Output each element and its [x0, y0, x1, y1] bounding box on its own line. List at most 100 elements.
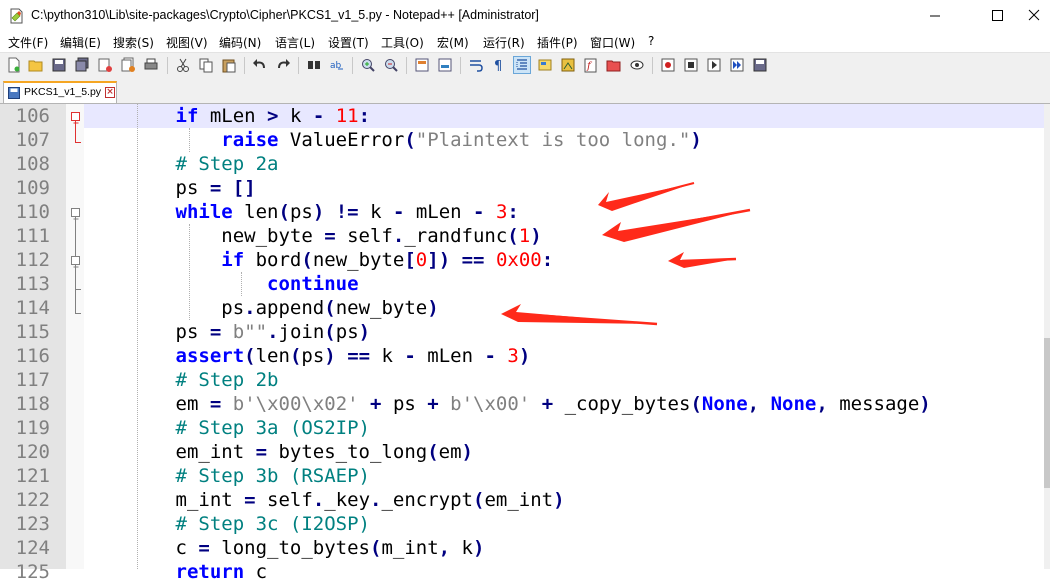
code-line[interactable]: 112 if bord(new_byte[0]) == 0x00: [0, 248, 1050, 272]
menu-run[interactable]: 运行(R) [483, 34, 525, 51]
code-line[interactable]: 115 ps = b"".join(ps) [0, 320, 1050, 344]
stop-macro-icon[interactable] [683, 57, 699, 73]
code-line[interactable]: 116 assert(len(ps) == k - mLen - 3) [0, 344, 1050, 368]
close-button[interactable] [1018, 0, 1050, 32]
document-map-icon[interactable] [560, 57, 576, 73]
save-all-icon[interactable] [74, 57, 90, 73]
monitoring-icon[interactable] [629, 57, 645, 73]
code-line[interactable]: 122 m_int = self._key._encrypt(em_int) [0, 488, 1050, 512]
play-macro-icon[interactable] [706, 57, 722, 73]
line-number: 112 [15, 249, 50, 271]
menu-window[interactable]: 窗口(W) [590, 34, 635, 51]
vertical-scrollbar[interactable] [1044, 104, 1050, 569]
replace-icon[interactable]: ab [329, 57, 345, 73]
code-token: new_byte [335, 297, 428, 319]
indent-guide-icon[interactable] [513, 56, 531, 74]
open-file-icon[interactable] [28, 57, 44, 73]
code-line[interactable]: 109 ps = [] [0, 176, 1050, 200]
code-editor[interactable]: 106 if mLen > k - 11: 107 raise ValueErro… [0, 104, 1050, 583]
minimize-button[interactable] [912, 0, 958, 32]
code-line[interactable]: 114 ps.append(new_byte) [0, 296, 1050, 320]
find-icon[interactable] [306, 57, 322, 73]
code-line[interactable]: 120 em_int = bytes_to_long(em) [0, 440, 1050, 464]
code-line[interactable]: 123 # Step 3c (I2OSP) [0, 512, 1050, 536]
menu-view[interactable]: 视图(V) [166, 34, 208, 51]
show-all-characters-icon[interactable]: ¶ [491, 57, 507, 73]
record-macro-icon[interactable] [660, 57, 676, 73]
tab-close-icon[interactable]: × [105, 87, 115, 98]
code-token: 3 [507, 345, 519, 367]
close-file-icon[interactable] [97, 57, 113, 73]
menu-language[interactable]: 语言(L) [275, 34, 315, 51]
code-token: _encrypt [381, 489, 473, 511]
code-line[interactable]: 124 c = long_to_bytes(m_int, k) [0, 536, 1050, 560]
save-macro-icon[interactable] [752, 57, 768, 73]
sync-horizontal-icon[interactable] [437, 57, 453, 73]
menu-tools[interactable]: 工具(O) [381, 34, 424, 51]
code-token: > [267, 105, 279, 127]
code-token: ) [530, 225, 542, 247]
code-token: em [84, 393, 210, 415]
line-number: 109 [15, 177, 50, 199]
code-token: _key [324, 489, 371, 511]
code-text: # Step 3c (I2OSP) [84, 512, 370, 536]
print-icon[interactable] [143, 57, 159, 73]
folder-workspace-icon[interactable] [606, 57, 622, 73]
code-token: ps [84, 177, 210, 199]
word-wrap-icon[interactable] [468, 57, 484, 73]
code-line[interactable]: 106 if mLen > k - 11: [0, 104, 1050, 128]
function-list-icon[interactable]: f [583, 57, 599, 73]
code-line[interactable]: 110 while len(ps) != k - mLen - 3: [0, 200, 1050, 224]
code-token: . [312, 489, 325, 511]
copy-icon[interactable] [198, 57, 214, 73]
menu-help[interactable]: ? [648, 34, 654, 48]
redo-icon[interactable] [275, 57, 291, 73]
code-line[interactable]: 107 raise ValueError("Plaintext is too l… [0, 128, 1050, 152]
window-title: C:\python310\Lib\site-packages\Crypto\Ci… [31, 8, 539, 22]
save-icon[interactable] [51, 57, 67, 73]
menu-file[interactable]: 文件(F) [8, 34, 48, 51]
notepad-plus-plus-icon [10, 8, 23, 24]
undo-icon[interactable] [252, 57, 268, 73]
zoom-out-icon[interactable] [383, 57, 399, 73]
sync-vertical-icon[interactable] [414, 57, 430, 73]
run-macro-multiple-icon[interactable] [729, 57, 745, 73]
code-line[interactable]: 125 return c [0, 560, 1050, 584]
menu-macro[interactable]: 宏(M) [437, 34, 469, 51]
code-line[interactable]: 111 new_byte = self._randfunc(1) [0, 224, 1050, 248]
code-line[interactable]: 119 # Step 3a (OS2IP) [0, 416, 1050, 440]
code-token: . [392, 225, 405, 247]
menu-edit[interactable]: 编辑(E) [60, 34, 101, 51]
menu-search[interactable]: 搜索(S) [113, 34, 154, 51]
code-token: em [438, 441, 462, 463]
maximize-button[interactable] [974, 0, 1020, 32]
code-line[interactable]: 113 continue [0, 272, 1050, 296]
menu-plugins[interactable]: 插件(P) [537, 34, 578, 51]
code-token: len [232, 201, 279, 223]
tab-pkcs1-v1-5[interactable]: PKCS1_v1_5.py × [3, 81, 117, 103]
paste-icon[interactable] [221, 57, 237, 73]
code-token: : [541, 249, 554, 271]
close-all-icon[interactable] [120, 57, 136, 73]
menu-encoding[interactable]: 编码(N) [219, 34, 261, 51]
code-token: . [370, 489, 382, 511]
code-line[interactable]: 118 em = b'\x00\x02' + ps + b'\x00' + _c… [0, 392, 1050, 416]
code-text: c = long_to_bytes(m_int, k) [84, 536, 485, 560]
code-line[interactable]: 121 # Step 3b (RSAEP) [0, 464, 1050, 488]
cut-icon[interactable] [175, 57, 191, 73]
zoom-in-icon[interactable] [360, 57, 376, 73]
code-line[interactable]: 108 # Step 2a [0, 152, 1050, 176]
user-language-icon[interactable] [537, 57, 553, 73]
save-disk-icon [8, 87, 20, 99]
menu-settings[interactable]: 设置(T) [328, 34, 369, 51]
scrollbar-thumb[interactable] [1044, 338, 1050, 488]
new-file-icon[interactable] [6, 57, 22, 73]
code-line[interactable]: 117 # Step 2b [0, 368, 1050, 392]
code-token: len [255, 345, 290, 367]
